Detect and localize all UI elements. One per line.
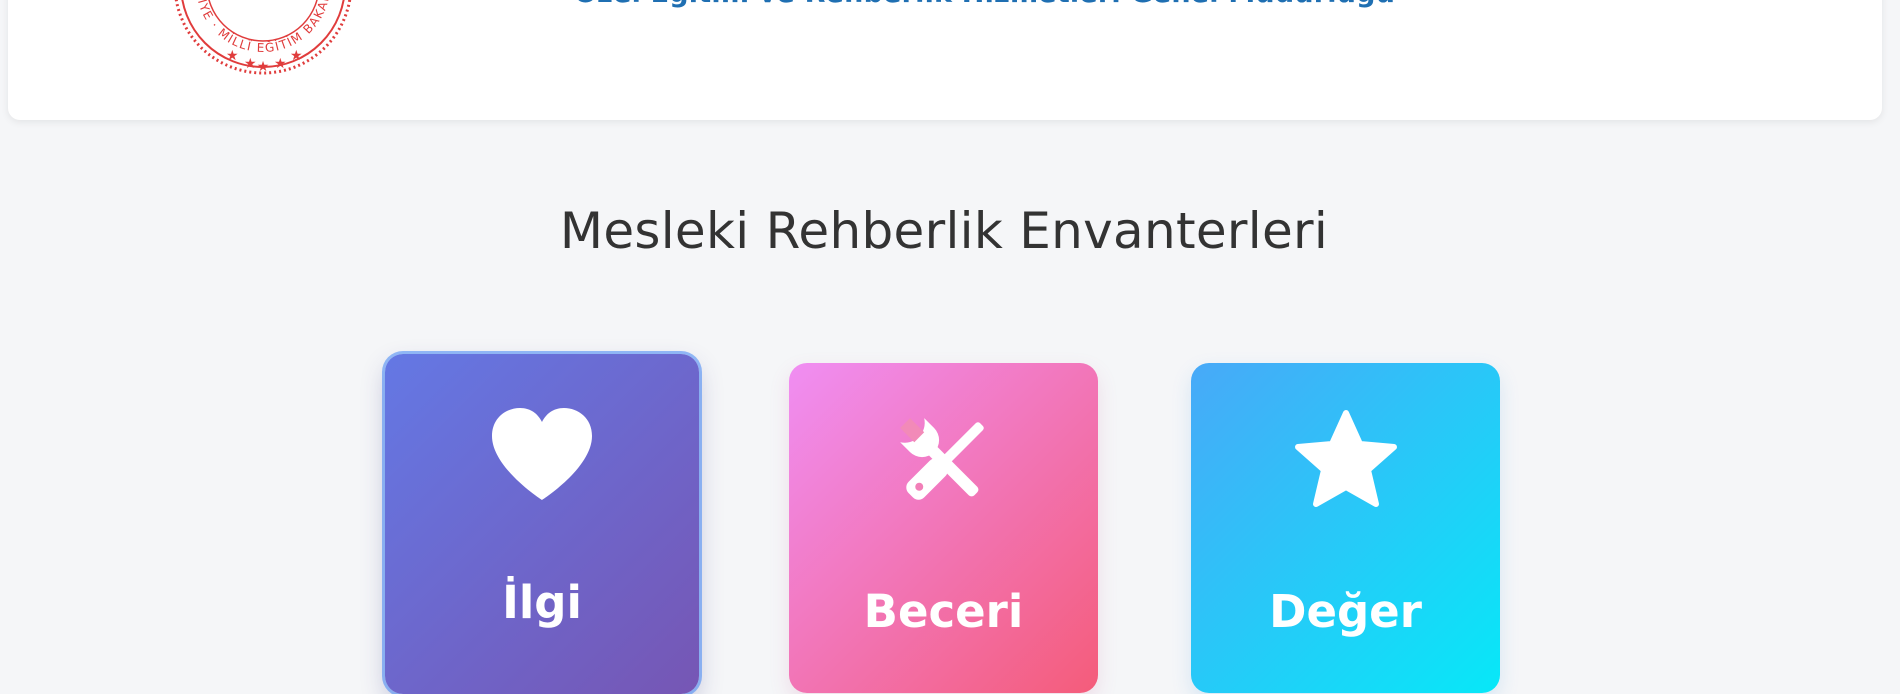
ministry-logo[interactable]: TÜRKİYE · MİLLÎ EĞİTİM BAKANLIĞI ★ ★ ★ ★… xyxy=(168,0,358,80)
svg-text:★: ★ xyxy=(290,48,303,64)
card-label-deger: Değer xyxy=(1269,585,1422,638)
card-label-ilgi: İlgi xyxy=(502,576,582,629)
card-ilgi[interactable]: İlgi xyxy=(385,354,699,694)
svg-text:★: ★ xyxy=(257,59,270,75)
page-title: Mesleki Rehberlik Envanterleri xyxy=(559,202,1329,260)
header-subtitle: Özel Eğitim ve Rehberlik Hizmetleri Gene… xyxy=(8,0,1882,9)
svg-text:★: ★ xyxy=(244,56,257,72)
svg-text:★: ★ xyxy=(274,56,287,72)
card-beceri[interactable]: Beceri xyxy=(789,363,1098,693)
svg-text:★: ★ xyxy=(226,48,239,64)
card-deger[interactable]: Değer xyxy=(1191,363,1500,693)
star-icon xyxy=(1294,410,1397,507)
tools-icon xyxy=(899,418,984,500)
heart-icon xyxy=(492,408,592,500)
card-label-beceri: Beceri xyxy=(863,585,1024,638)
header-card: TÜRKİYE · MİLLÎ EĞİTİM BAKANLIĞI ★ ★ ★ ★… xyxy=(8,0,1882,120)
